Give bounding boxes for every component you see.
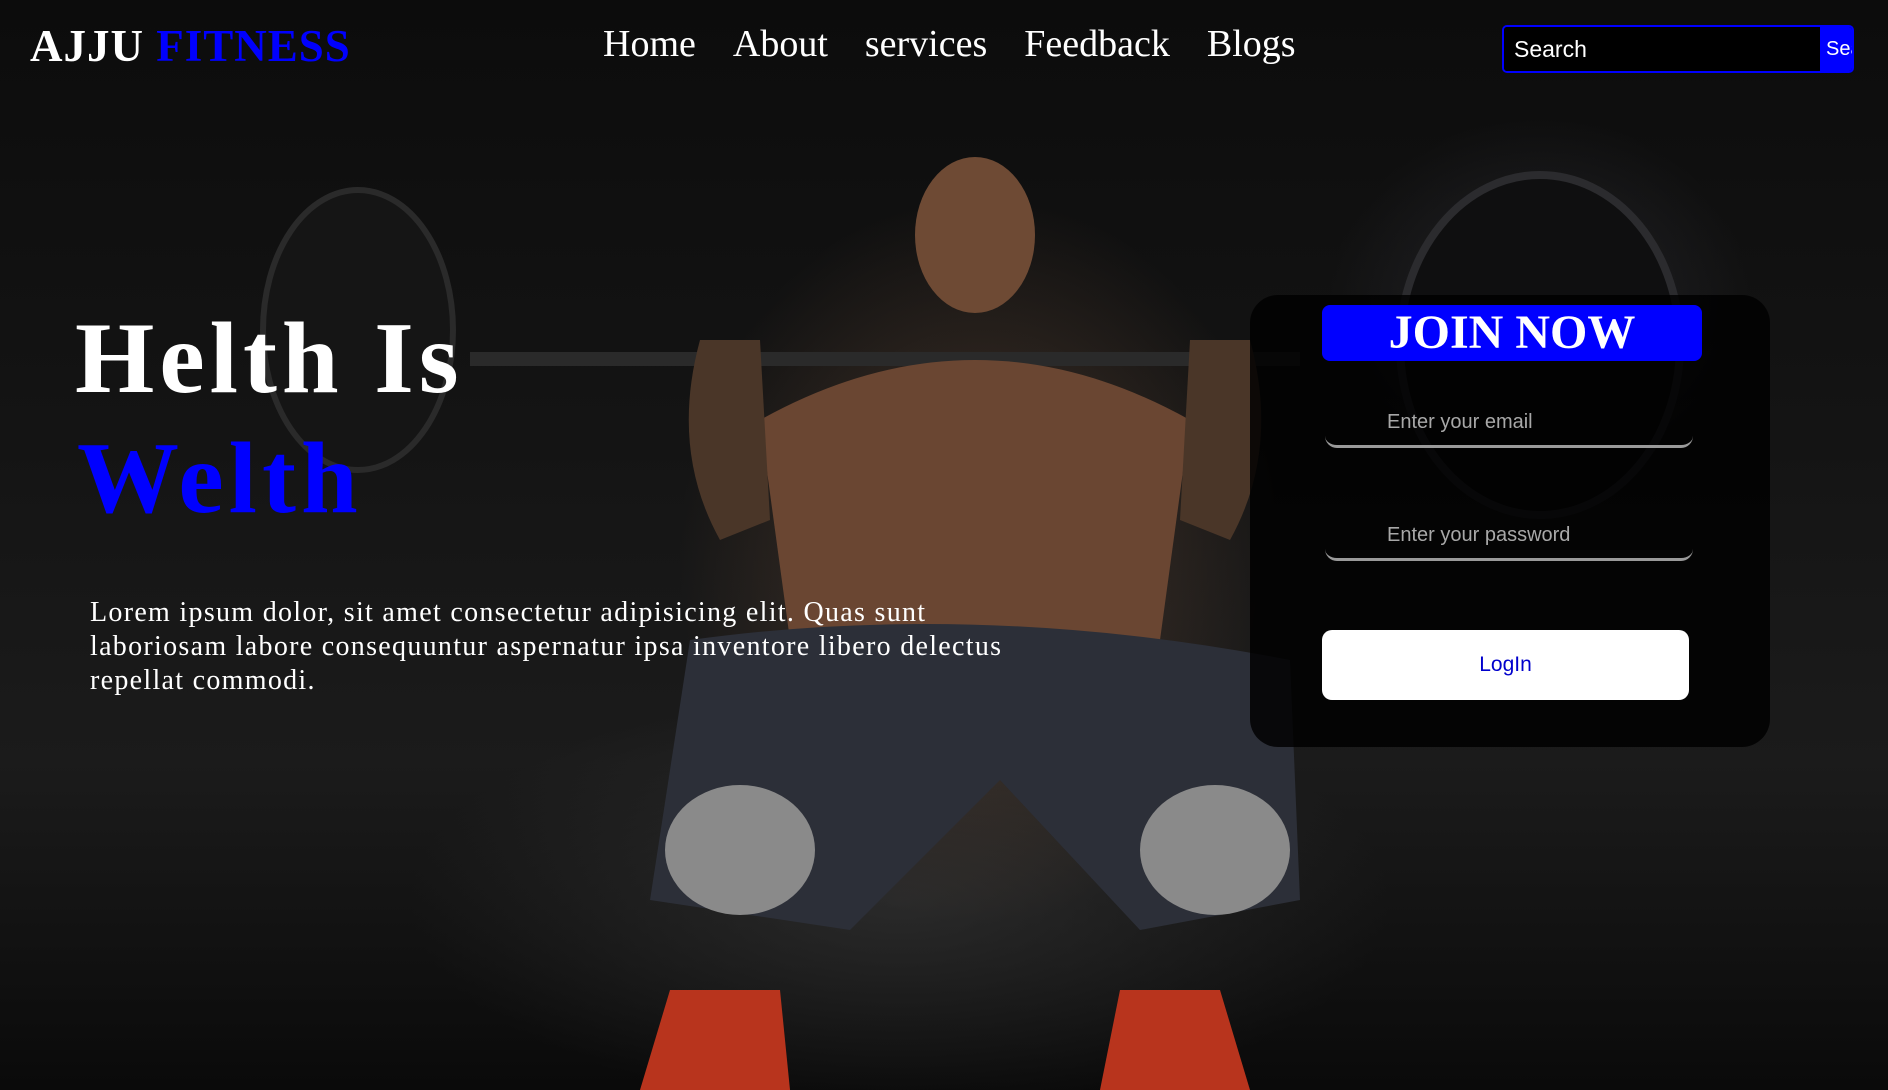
search-bar: Search	[1502, 25, 1854, 73]
email-field[interactable]	[1325, 400, 1693, 448]
search-input[interactable]	[1504, 27, 1820, 71]
join-now-title: JOIN NOW	[1322, 305, 1702, 361]
logo-accent-text: FITNESS	[156, 21, 351, 71]
nav-about[interactable]: About	[733, 22, 828, 66]
nav-home[interactable]: Home	[603, 22, 696, 66]
hero-description: Lorem ipsum dolor, sit amet consectetur …	[90, 597, 1003, 696]
main-nav: Home About services Feedback Blogs	[603, 22, 1296, 66]
search-button[interactable]: Search	[1820, 27, 1852, 71]
nav-blogs[interactable]: Blogs	[1207, 22, 1296, 66]
nav-feedback[interactable]: Feedback	[1024, 22, 1170, 66]
hero-headline-line1: Helth Is	[75, 302, 464, 415]
password-field[interactable]	[1325, 513, 1693, 561]
login-button[interactable]: LogIn	[1322, 630, 1689, 700]
brand-logo[interactable]: AJJU FITNESS	[30, 20, 351, 72]
nav-services[interactable]: services	[865, 22, 987, 66]
logo-main-text: AJJU	[30, 21, 144, 71]
hero-headline-line2: Welth	[77, 422, 363, 535]
